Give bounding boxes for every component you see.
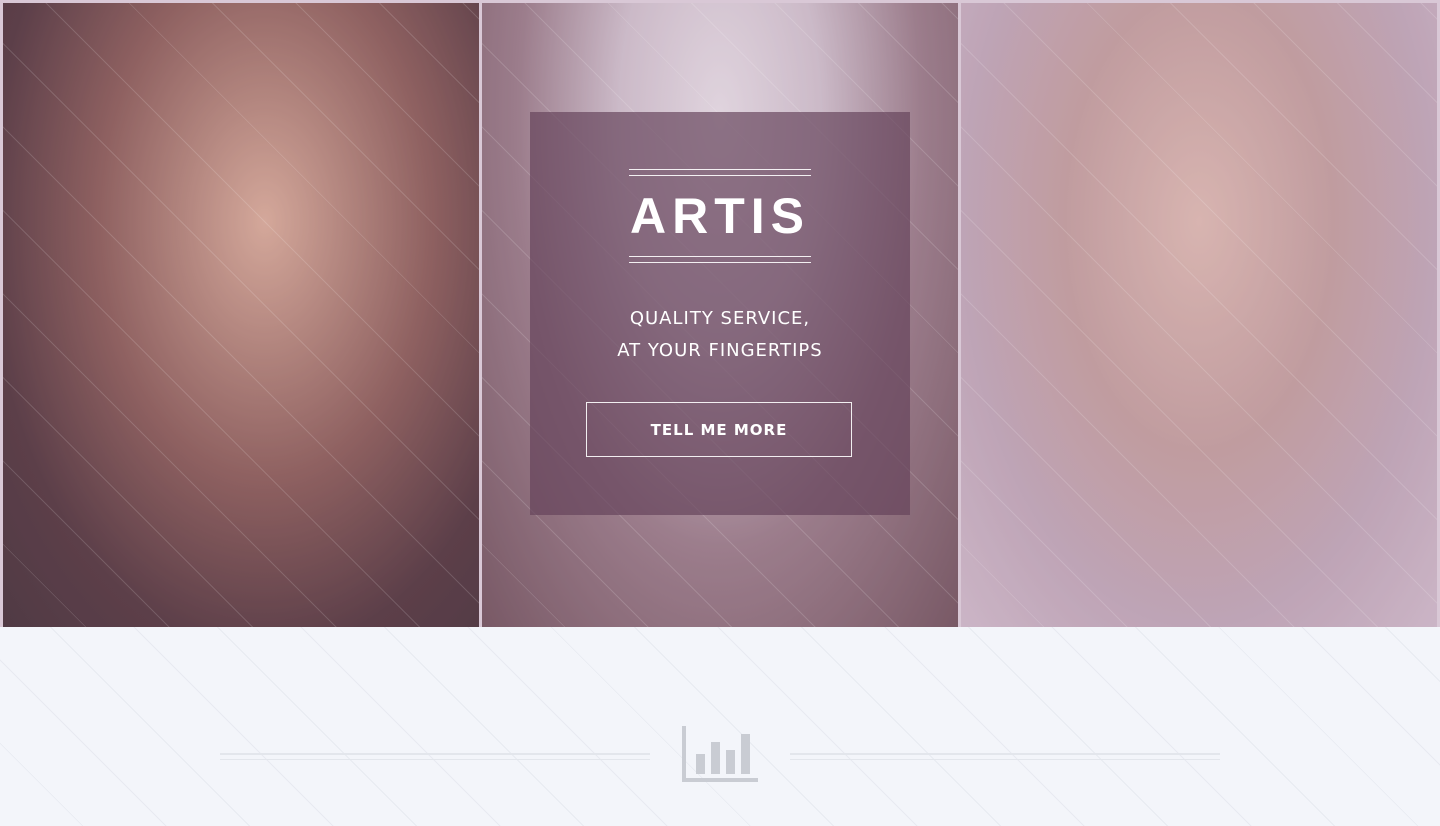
hero-section: ARTIS QUALITY SERVICE, AT YOUR FINGERTIP… [0, 0, 1440, 627]
tagline-line-1: QUALITY SERVICE, [629, 308, 811, 329]
tagline-line-2: AT YOUR FINGERTIPS [617, 340, 823, 361]
brand-rule-top [629, 169, 811, 176]
tell-me-more-button[interactable]: TELL ME MORE [586, 402, 852, 457]
section-divider-left [220, 753, 650, 760]
brand-title: ARTIS [630, 188, 810, 244]
hero-image-woman [961, 3, 1437, 627]
brand-rule-bottom [629, 256, 811, 263]
section-divider-right [790, 753, 1220, 760]
bar-chart-icon [682, 726, 758, 782]
features-section [0, 627, 1440, 826]
hero-image-salon [3, 3, 479, 627]
tagline: QUALITY SERVICE, AT YOUR FINGERTIPS [530, 303, 910, 367]
hero-overlay-box: ARTIS QUALITY SERVICE, AT YOUR FINGERTIP… [530, 112, 910, 515]
